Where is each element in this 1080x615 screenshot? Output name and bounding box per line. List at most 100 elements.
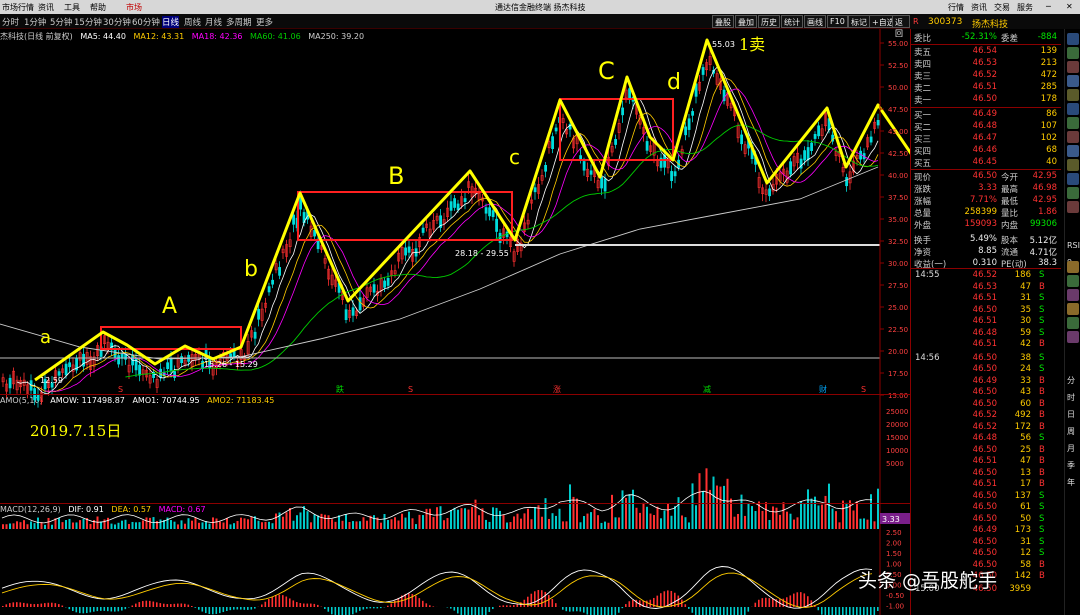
sidebar-label[interactable]: 时 bbox=[1067, 392, 1075, 403]
tab-multi-period[interactable]: 多周期 bbox=[226, 16, 252, 28]
sidebar-tool-icon[interactable] bbox=[1067, 303, 1079, 315]
sidebar-label[interactable]: 月 bbox=[1067, 443, 1075, 454]
sidebar-label[interactable]: 日 bbox=[1067, 409, 1075, 420]
macd-bar bbox=[37, 603, 39, 607]
menu-help[interactable]: 帮助 bbox=[90, 2, 106, 13]
tab-30min[interactable]: 30分钟 bbox=[103, 16, 131, 28]
macd-bar bbox=[716, 607, 718, 615]
sidebar-tool-icon[interactable] bbox=[1067, 331, 1079, 343]
minimize-icon[interactable]: ─ bbox=[1046, 2, 1051, 11]
macd-bar bbox=[117, 607, 120, 612]
menu-market[interactable]: 市场 bbox=[126, 2, 142, 13]
volume-bar bbox=[845, 502, 848, 529]
sidebar-tool-icon[interactable] bbox=[1067, 145, 1079, 157]
volume-bar bbox=[187, 518, 190, 529]
tick-side: B bbox=[1039, 281, 1045, 292]
tab-daily[interactable]: 日线 bbox=[162, 16, 180, 28]
sidebar-tool-icon[interactable] bbox=[1067, 131, 1079, 143]
candle-body bbox=[8, 377, 12, 389]
sidebar-tool-icon[interactable] bbox=[1067, 187, 1079, 199]
volume-bar bbox=[373, 515, 375, 529]
volume-bar bbox=[565, 521, 568, 529]
ma12-line bbox=[30, 77, 879, 393]
sidebar-tool-icon[interactable] bbox=[1067, 261, 1079, 273]
sidebar-tool-icon[interactable] bbox=[1067, 33, 1079, 45]
volume-bar bbox=[289, 508, 291, 529]
ask-row: 卖三 46.52 472 bbox=[911, 70, 1061, 82]
back-button[interactable]: 返回 bbox=[892, 15, 910, 38]
sidebar-tool-icon[interactable] bbox=[1067, 317, 1079, 329]
macd-bar bbox=[877, 607, 879, 612]
sidebar-tool-icon[interactable] bbox=[1067, 61, 1079, 73]
volume-bar bbox=[450, 510, 452, 529]
macd-bar bbox=[324, 607, 326, 610]
menu-quotes[interactable]: 行情 bbox=[948, 2, 964, 13]
sidebar-label[interactable]: RSI bbox=[1067, 241, 1080, 250]
sidebar-label[interactable]: 年 bbox=[1067, 477, 1075, 488]
sidebar-label[interactable]: 季 bbox=[1067, 460, 1075, 471]
tab-15min[interactable]: 15分钟 bbox=[74, 16, 102, 28]
volume-bar bbox=[709, 489, 711, 529]
bid-volume: 86 bbox=[1046, 109, 1057, 119]
volume-bar bbox=[786, 511, 788, 529]
sidebar-tool-icon[interactable] bbox=[1067, 117, 1079, 129]
kline-chart[interactable]: a A b B c C d 1卖 55.03 12.59 15.26 - 15.… bbox=[0, 29, 910, 615]
candle-body bbox=[456, 203, 460, 211]
macd-bar bbox=[572, 607, 575, 612]
overlay-stock-button[interactable]: 叠股 bbox=[712, 15, 734, 28]
stat-row: 涨跌 3.33 最高 46.98 bbox=[911, 183, 1061, 195]
volume-bar bbox=[817, 505, 820, 529]
candle-body bbox=[673, 171, 677, 177]
macd-bar bbox=[114, 607, 116, 612]
consolidation-box-A bbox=[100, 326, 242, 350]
tick-side: S bbox=[1039, 548, 1045, 558]
macd-bar bbox=[772, 598, 774, 607]
candle-body bbox=[484, 207, 488, 214]
tab-weekly[interactable]: 周线 bbox=[184, 16, 201, 28]
sidebar-tool-icon[interactable] bbox=[1067, 75, 1079, 87]
tick-volume: 13 bbox=[1020, 467, 1031, 478]
sidebar-tool-icon[interactable] bbox=[1067, 103, 1079, 115]
bid-price: 46.45 bbox=[972, 157, 997, 167]
menu-news[interactable]: 资讯 bbox=[38, 2, 54, 13]
volume-bar bbox=[674, 506, 676, 529]
macd-axis-marker: 3.33 bbox=[882, 515, 900, 524]
close-icon[interactable]: ✕ bbox=[1066, 2, 1073, 11]
tick-price: 46.50 bbox=[972, 536, 997, 547]
overlay-button[interactable]: 叠加 bbox=[735, 15, 757, 28]
history-button[interactable]: 历史 bbox=[758, 15, 780, 28]
volume-bar bbox=[425, 508, 428, 529]
sidebar-label[interactable]: 分 bbox=[1067, 375, 1075, 386]
sidebar-tool-icon[interactable] bbox=[1067, 89, 1079, 101]
tab-intraday[interactable]: 分时 bbox=[2, 16, 19, 28]
sidebar-tool-icon[interactable] bbox=[1067, 47, 1079, 59]
volume-bar bbox=[250, 516, 253, 529]
sidebar-tool-icon[interactable] bbox=[1067, 275, 1079, 287]
candle-body bbox=[876, 120, 880, 126]
mark-button[interactable]: 标记 bbox=[848, 15, 870, 28]
sidebar-label[interactable]: 周 bbox=[1067, 426, 1075, 437]
menu-market-quotes[interactable]: 市场行情 bbox=[2, 2, 34, 13]
stats-button[interactable]: 统计 bbox=[781, 15, 803, 28]
tab-more[interactable]: 更多 bbox=[256, 16, 273, 28]
sidebar-tool-icon[interactable] bbox=[1067, 159, 1079, 171]
tab-monthly[interactable]: 月线 bbox=[205, 16, 222, 28]
f10-button[interactable]: F10 bbox=[827, 15, 848, 28]
sidebar-tool-icon[interactable] bbox=[1067, 173, 1079, 185]
menu-tools[interactable]: 工具 bbox=[64, 2, 80, 13]
low-price-label: 12.59 bbox=[40, 376, 63, 385]
candle-body bbox=[621, 107, 625, 116]
volume-bar bbox=[30, 521, 32, 529]
tab-1min[interactable]: 1分钟 bbox=[24, 16, 46, 28]
sidebar-tool-icon[interactable] bbox=[1067, 289, 1079, 301]
sidebar-tool-icon[interactable] bbox=[1067, 201, 1079, 213]
menu-trade[interactable]: 交易 bbox=[994, 2, 1010, 13]
macd-bar bbox=[2, 605, 4, 607]
volume-bar bbox=[380, 522, 382, 529]
tab-5min[interactable]: 5分钟 bbox=[50, 16, 72, 28]
menu-service[interactable]: 服务 bbox=[1017, 2, 1033, 13]
menu-info[interactable]: 资讯 bbox=[971, 2, 987, 13]
draw-button[interactable]: 画线 bbox=[804, 15, 826, 28]
tab-60min[interactable]: 60分钟 bbox=[132, 16, 160, 28]
volume-bar bbox=[772, 506, 774, 529]
